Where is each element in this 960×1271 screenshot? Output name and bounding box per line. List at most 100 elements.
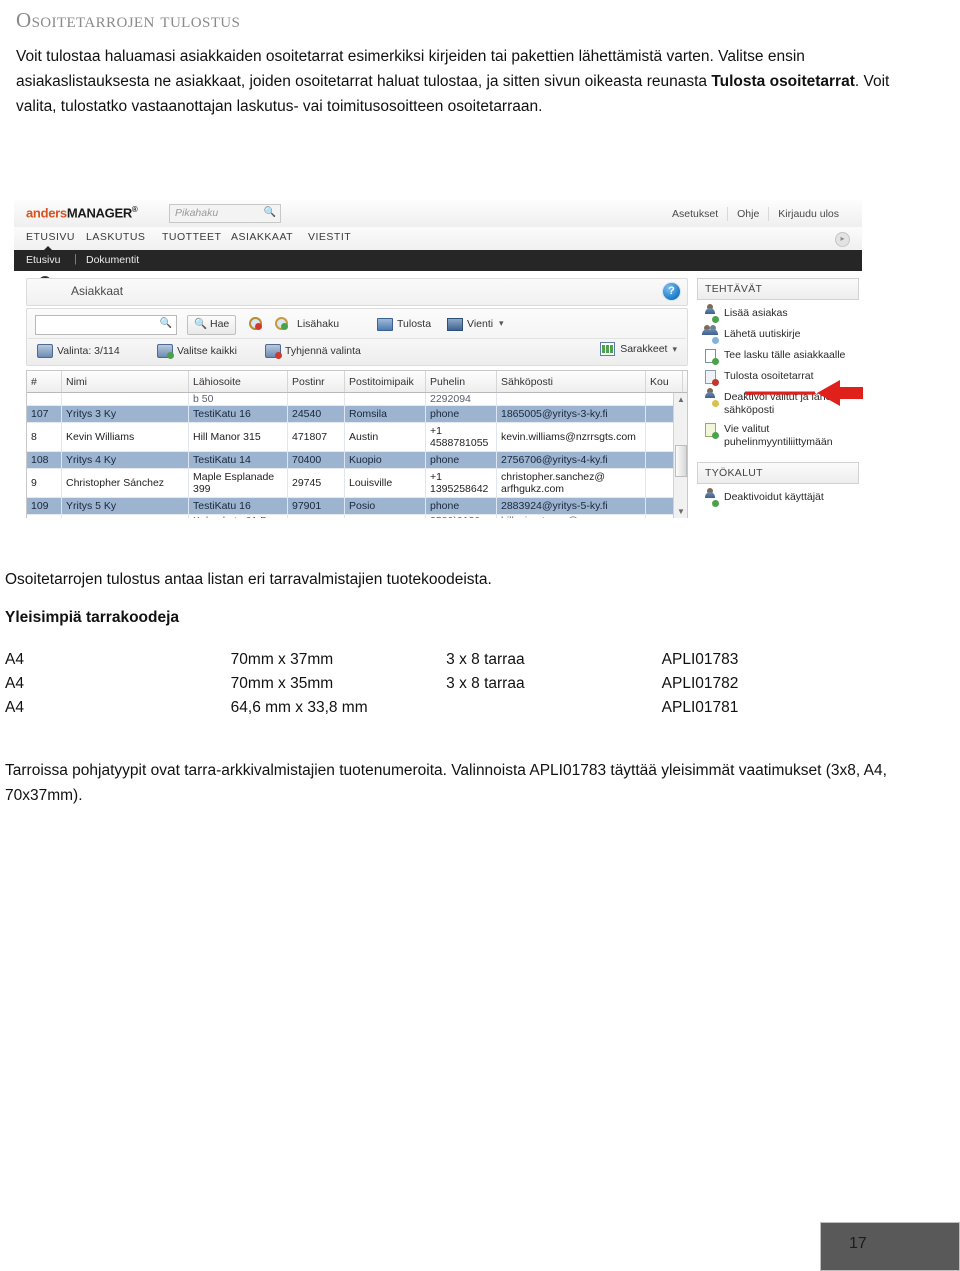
table-row[interactable]: 108 Yritys 4 Ky TestiKatu 14 70400 Kuopi… [27,451,687,469]
cell-code: APLI01783 [661,651,739,668]
cell-number: 109 [27,497,62,515]
task-item-print-address-labels[interactable]: Tulosta osoitetarrat [697,367,859,388]
cell-name: Yritys 3 Ky [61,405,189,423]
clipped-email-bottom: billavi.notanov@ [496,514,646,518]
task-label: Deaktivoi valitut ja lähetä sähköposti [724,391,841,416]
cell-phone: phone [425,451,497,469]
columns-chevron-down-icon: ▾ [672,343,677,354]
task-item-create-invoice[interactable]: Tee lasku tälle asiakkaalle [697,346,859,367]
columns-button[interactable]: Sarakkeet ▾ [600,342,677,356]
table-vertical-scrollbar[interactable]: ▲ ▼ [673,393,687,518]
column-header-group[interactable]: Ryhmä [682,371,687,393]
nav-item-asiakkaat[interactable]: ASIAKKAAT [231,231,293,243]
column-header-city[interactable]: Postitoimipaik [344,371,426,393]
clear-selection-icon[interactable] [265,344,282,359]
table-row-clipped-top[interactable]: b 50 2292094 akkaat [27,392,687,406]
cell-street: TestiKatu 16 [188,497,288,515]
quick-search-input[interactable]: Pikahaku 🔍 [169,204,281,223]
task-label: Lisää asiakas [724,307,788,319]
breadcrumb-separator: | [74,253,77,265]
breadcrumb-item-dokumentit[interactable]: Dokumentit [86,254,139,266]
task-item-export-telesales[interactable]: Vie valitut puhelinmyyntiliittymään [697,420,859,452]
tool-item-deactivated-users[interactable]: Deaktivoidut käyttäjät [697,488,859,509]
nav-item-viestit[interactable]: VIESTIT [308,231,351,243]
cell-zip: 29745 [287,468,345,498]
search-button-label: Hae [210,318,230,330]
task-item-send-newsletter[interactable]: Lähetä uutiskirje [697,325,859,346]
search-remove-icon[interactable] [249,317,262,330]
tool-label: Deaktivoidut käyttäjät [724,491,824,503]
column-header-name[interactable]: Nimi [61,371,189,393]
scrollbar-thumb[interactable] [675,445,687,477]
nav-item-laskutus[interactable]: LASKUTUS [86,231,145,243]
page-number: 17 [849,1235,867,1252]
cell-code: APLI01781 [661,699,739,716]
clear-selection-label[interactable]: Tyhjennä valinta [285,345,361,358]
column-header-kou[interactable]: Kou [645,371,683,393]
select-all-label[interactable]: Valitse kaikki [177,345,237,358]
menu-item-logout[interactable]: Kirjaudu ulos [768,206,848,221]
table-row[interactable]: 109 Yritys 5 Ky TestiKatu 16 97901 Posio… [27,497,687,515]
task-item-deactivate-and-email[interactable]: Deaktivoi valitut ja lähetä sähköposti [697,388,859,420]
column-header-zip[interactable]: Postinr [287,371,345,393]
tools-panel-title: TYÖKALUT [697,462,859,484]
cell-zip: 97901 [287,497,345,515]
application-screenshot: andersMANAGER® Pikahaku 🔍 Asetukset Ohje… [14,200,876,518]
table-row[interactable]: 9 Christopher Sánchez Maple Esplanade 39… [27,468,687,498]
columns-icon [600,342,616,356]
task-label: Tee lasku tälle asiakkaalle [724,349,846,361]
cell-number: 107 [27,405,62,423]
middle-paragraph: Osoitetarrojen tulostus antaa listan eri… [5,571,492,588]
cell-city: Romsila [344,405,426,423]
cell-city: Kuopio [344,451,426,469]
table-row[interactable]: 107 Yritys 3 Ky TestiKatu 16 24540 Romsi… [27,405,687,423]
nav-item-tuotteet[interactable]: TUOTTEET [162,231,221,243]
print-icon[interactable] [377,318,393,331]
table-row: A4 70mm x 37mm 3 x 8 tarraa APLI01783 [5,648,865,672]
search-button[interactable]: 🔍 Hae [187,315,237,335]
print-label[interactable]: Tulosta [397,318,431,331]
export-chevron-down-icon[interactable]: ▾ [499,318,504,329]
table-row[interactable]: 8 Kevin Williams Hill Manor 315 471807 A… [27,422,687,452]
export-label[interactable]: Vienti [467,318,493,331]
column-header-number[interactable]: # [27,371,62,393]
cell-street: TestiKatu 14 [188,451,288,469]
breadcrumb-item-etusivu[interactable]: Etusivu [26,254,60,266]
menu-item-help[interactable]: Ohje [727,206,768,221]
cell-email: 2756706@yritys-4-ky.fi [496,451,646,469]
page-footer-box: 17 [820,1222,960,1271]
invoice-icon [703,349,719,365]
select-all-icon[interactable] [157,344,174,359]
tasks-list: Lisää asiakas Lähetä uutiskirje Tee lask… [697,304,859,452]
cell-city: Austin [344,422,426,452]
subheading-common-label-codes: Yleisimpiä tarrakoodeja [5,609,180,626]
column-header-email[interactable]: Sähköposti [496,371,646,393]
cell-zip: 471807 [287,422,345,452]
cell-phone: +1 4588781055 [425,422,497,452]
page-title: Osoitetarrojen tulostus [16,8,241,32]
help-icon[interactable]: ? [662,282,681,301]
collapse-panel-button[interactable]: ▸ [835,232,850,247]
column-header-street[interactable]: Lähiosoite [188,371,288,393]
column-header-phone[interactable]: Puhelin [425,371,497,393]
cell-count: 3 x 8 tarraa [446,651,525,668]
cell-size: 70mm x 37mm [230,651,334,668]
table-row: A4 70mm x 35mm 3 x 8 tarraa APLI01782 [5,672,865,696]
cell-email: 1865005@yritys-3-ky.fi [496,405,646,423]
export-icon[interactable] [447,318,463,331]
advanced-search-label[interactable]: Lisähaku [297,318,339,331]
nav-item-etusivu[interactable]: ETUSIVU [26,231,75,243]
cell-street: Maple Esplanade 399 [188,468,288,498]
cell-street: Hill Manor 315 [188,422,288,452]
customers-table: # Nimi Lähiosoite Postinr Postitoimipaik… [26,370,688,518]
search-add-icon[interactable] [275,317,288,330]
table-row-clipped-bottom[interactable]: Kolmokatu 61 B 2580)0120 billavi.notanov… [27,514,687,518]
menu-item-settings[interactable]: Asetukset [663,207,727,221]
scroll-down-icon[interactable]: ▼ [677,507,685,516]
scroll-up-icon[interactable]: ▲ [677,395,685,404]
task-item-add-customer[interactable]: Lisää asiakas [697,304,859,325]
newsletter-icon [702,325,719,344]
search-input[interactable]: 🔍 [35,315,177,335]
cell-number: 8 [27,422,62,452]
cell-email: kevin.williams@nzrrsgts.com [496,422,646,452]
